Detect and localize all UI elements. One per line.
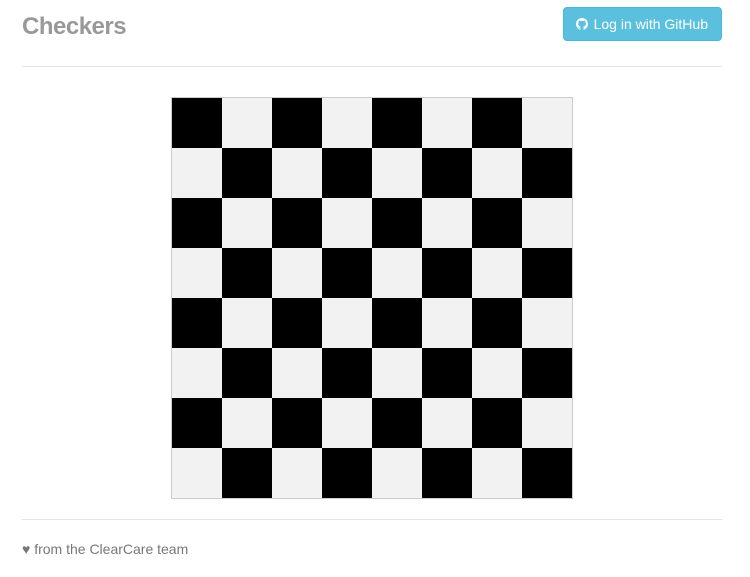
dark-square[interactable] xyxy=(472,298,522,348)
dark-square[interactable] xyxy=(272,98,322,148)
dark-square[interactable] xyxy=(522,448,572,498)
light-square[interactable] xyxy=(322,398,372,448)
header: Checkers Log in with GitHub xyxy=(22,0,722,67)
dark-square[interactable] xyxy=(172,198,222,248)
light-square[interactable] xyxy=(522,198,572,248)
footer: ♥ from the ClearCare team xyxy=(22,519,722,557)
light-square[interactable] xyxy=(222,98,272,148)
light-square[interactable] xyxy=(172,448,222,498)
dark-square[interactable] xyxy=(322,348,372,398)
light-square[interactable] xyxy=(422,298,472,348)
dark-square[interactable] xyxy=(222,348,272,398)
light-square[interactable] xyxy=(322,98,372,148)
dark-square[interactable] xyxy=(272,298,322,348)
dark-square[interactable] xyxy=(272,398,322,448)
light-square[interactable] xyxy=(172,348,222,398)
light-square[interactable] xyxy=(422,198,472,248)
light-square[interactable] xyxy=(272,148,322,198)
light-square[interactable] xyxy=(522,398,572,448)
dark-square[interactable] xyxy=(522,148,572,198)
dark-square[interactable] xyxy=(372,98,422,148)
light-square[interactable] xyxy=(472,348,522,398)
github-icon xyxy=(575,18,588,30)
dark-square[interactable] xyxy=(322,148,372,198)
checkers-board[interactable] xyxy=(172,98,572,498)
light-square[interactable] xyxy=(322,298,372,348)
light-square[interactable] xyxy=(172,148,222,198)
dark-square[interactable] xyxy=(222,448,272,498)
light-square[interactable] xyxy=(272,448,322,498)
footer-credit: ♥ from the ClearCare team xyxy=(22,541,188,557)
light-square[interactable] xyxy=(372,248,422,298)
dark-square[interactable] xyxy=(322,248,372,298)
dark-square[interactable] xyxy=(422,448,472,498)
light-square[interactable] xyxy=(422,98,472,148)
dark-square[interactable] xyxy=(422,148,472,198)
dark-square[interactable] xyxy=(522,248,572,298)
login-button-label: Log in with GitHub xyxy=(593,16,708,32)
light-square[interactable] xyxy=(472,448,522,498)
light-square[interactable] xyxy=(272,348,322,398)
light-square[interactable] xyxy=(372,348,422,398)
dark-square[interactable] xyxy=(472,98,522,148)
dark-square[interactable] xyxy=(322,448,372,498)
light-square[interactable] xyxy=(472,248,522,298)
light-square[interactable] xyxy=(272,248,322,298)
dark-square[interactable] xyxy=(472,398,522,448)
light-square[interactable] xyxy=(522,98,572,148)
light-square[interactable] xyxy=(222,198,272,248)
light-square[interactable] xyxy=(522,298,572,348)
page: Checkers Log in with GitHub ♥ from the C… xyxy=(0,0,750,577)
dark-square[interactable] xyxy=(422,248,472,298)
dark-square[interactable] xyxy=(172,98,222,148)
light-square[interactable] xyxy=(472,148,522,198)
dark-square[interactable] xyxy=(222,148,272,198)
footer-credit-text: from the ClearCare team xyxy=(34,541,189,557)
dark-square[interactable] xyxy=(372,198,422,248)
dark-square[interactable] xyxy=(522,348,572,398)
light-square[interactable] xyxy=(222,298,272,348)
login-with-github-button[interactable]: Log in with GitHub xyxy=(562,7,722,41)
checkers-board-frame xyxy=(171,97,573,499)
light-square[interactable] xyxy=(372,448,422,498)
dark-square[interactable] xyxy=(172,298,222,348)
heart-icon: ♥ xyxy=(22,541,31,557)
light-square[interactable] xyxy=(222,398,272,448)
dark-square[interactable] xyxy=(272,198,322,248)
light-square[interactable] xyxy=(422,398,472,448)
dark-square[interactable] xyxy=(472,198,522,248)
light-square[interactable] xyxy=(322,198,372,248)
dark-square[interactable] xyxy=(172,398,222,448)
light-square[interactable] xyxy=(372,148,422,198)
dark-square[interactable] xyxy=(222,248,272,298)
light-square[interactable] xyxy=(172,248,222,298)
app-title: Checkers xyxy=(22,13,127,40)
dark-square[interactable] xyxy=(372,398,422,448)
dark-square[interactable] xyxy=(422,348,472,398)
dark-square[interactable] xyxy=(372,298,422,348)
